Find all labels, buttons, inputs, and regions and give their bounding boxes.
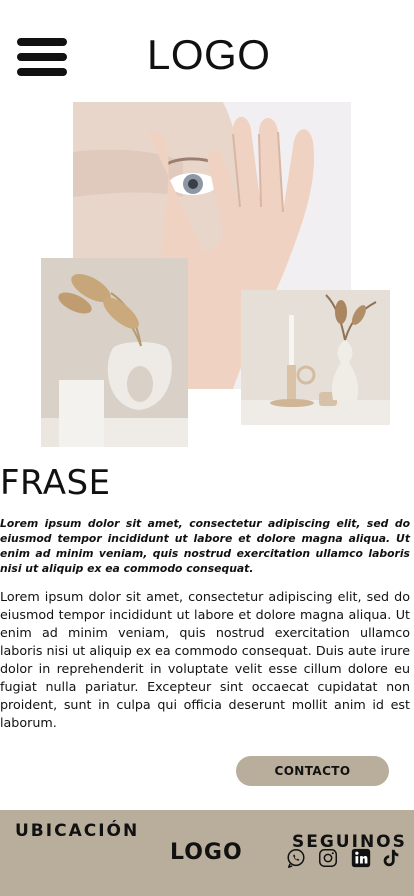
menu-bar bbox=[17, 38, 67, 46]
vase-left-photo bbox=[41, 258, 188, 447]
tiktok-icon[interactable] bbox=[380, 847, 402, 869]
vase-right-photo bbox=[241, 290, 390, 425]
intro-text: Lorem ipsum dolor sit amet, consectetur … bbox=[0, 517, 410, 575]
hamburger-menu-icon[interactable] bbox=[17, 38, 67, 76]
linkedin-icon[interactable] bbox=[350, 847, 372, 869]
header-logo[interactable]: LOGO bbox=[147, 33, 270, 77]
menu-bar bbox=[17, 53, 67, 61]
footer-logo[interactable]: LOGO bbox=[170, 840, 243, 865]
instagram-icon[interactable] bbox=[317, 847, 339, 869]
contact-button[interactable]: CONTACTO bbox=[236, 756, 389, 786]
body-text: Lorem ipsum dolor sit amet, consectetur … bbox=[0, 589, 410, 730]
menu-bar bbox=[17, 68, 67, 76]
whatsapp-icon[interactable] bbox=[285, 847, 307, 869]
headline: FRASE bbox=[0, 463, 111, 503]
location-link[interactable]: UBICACIÓN bbox=[15, 821, 139, 841]
